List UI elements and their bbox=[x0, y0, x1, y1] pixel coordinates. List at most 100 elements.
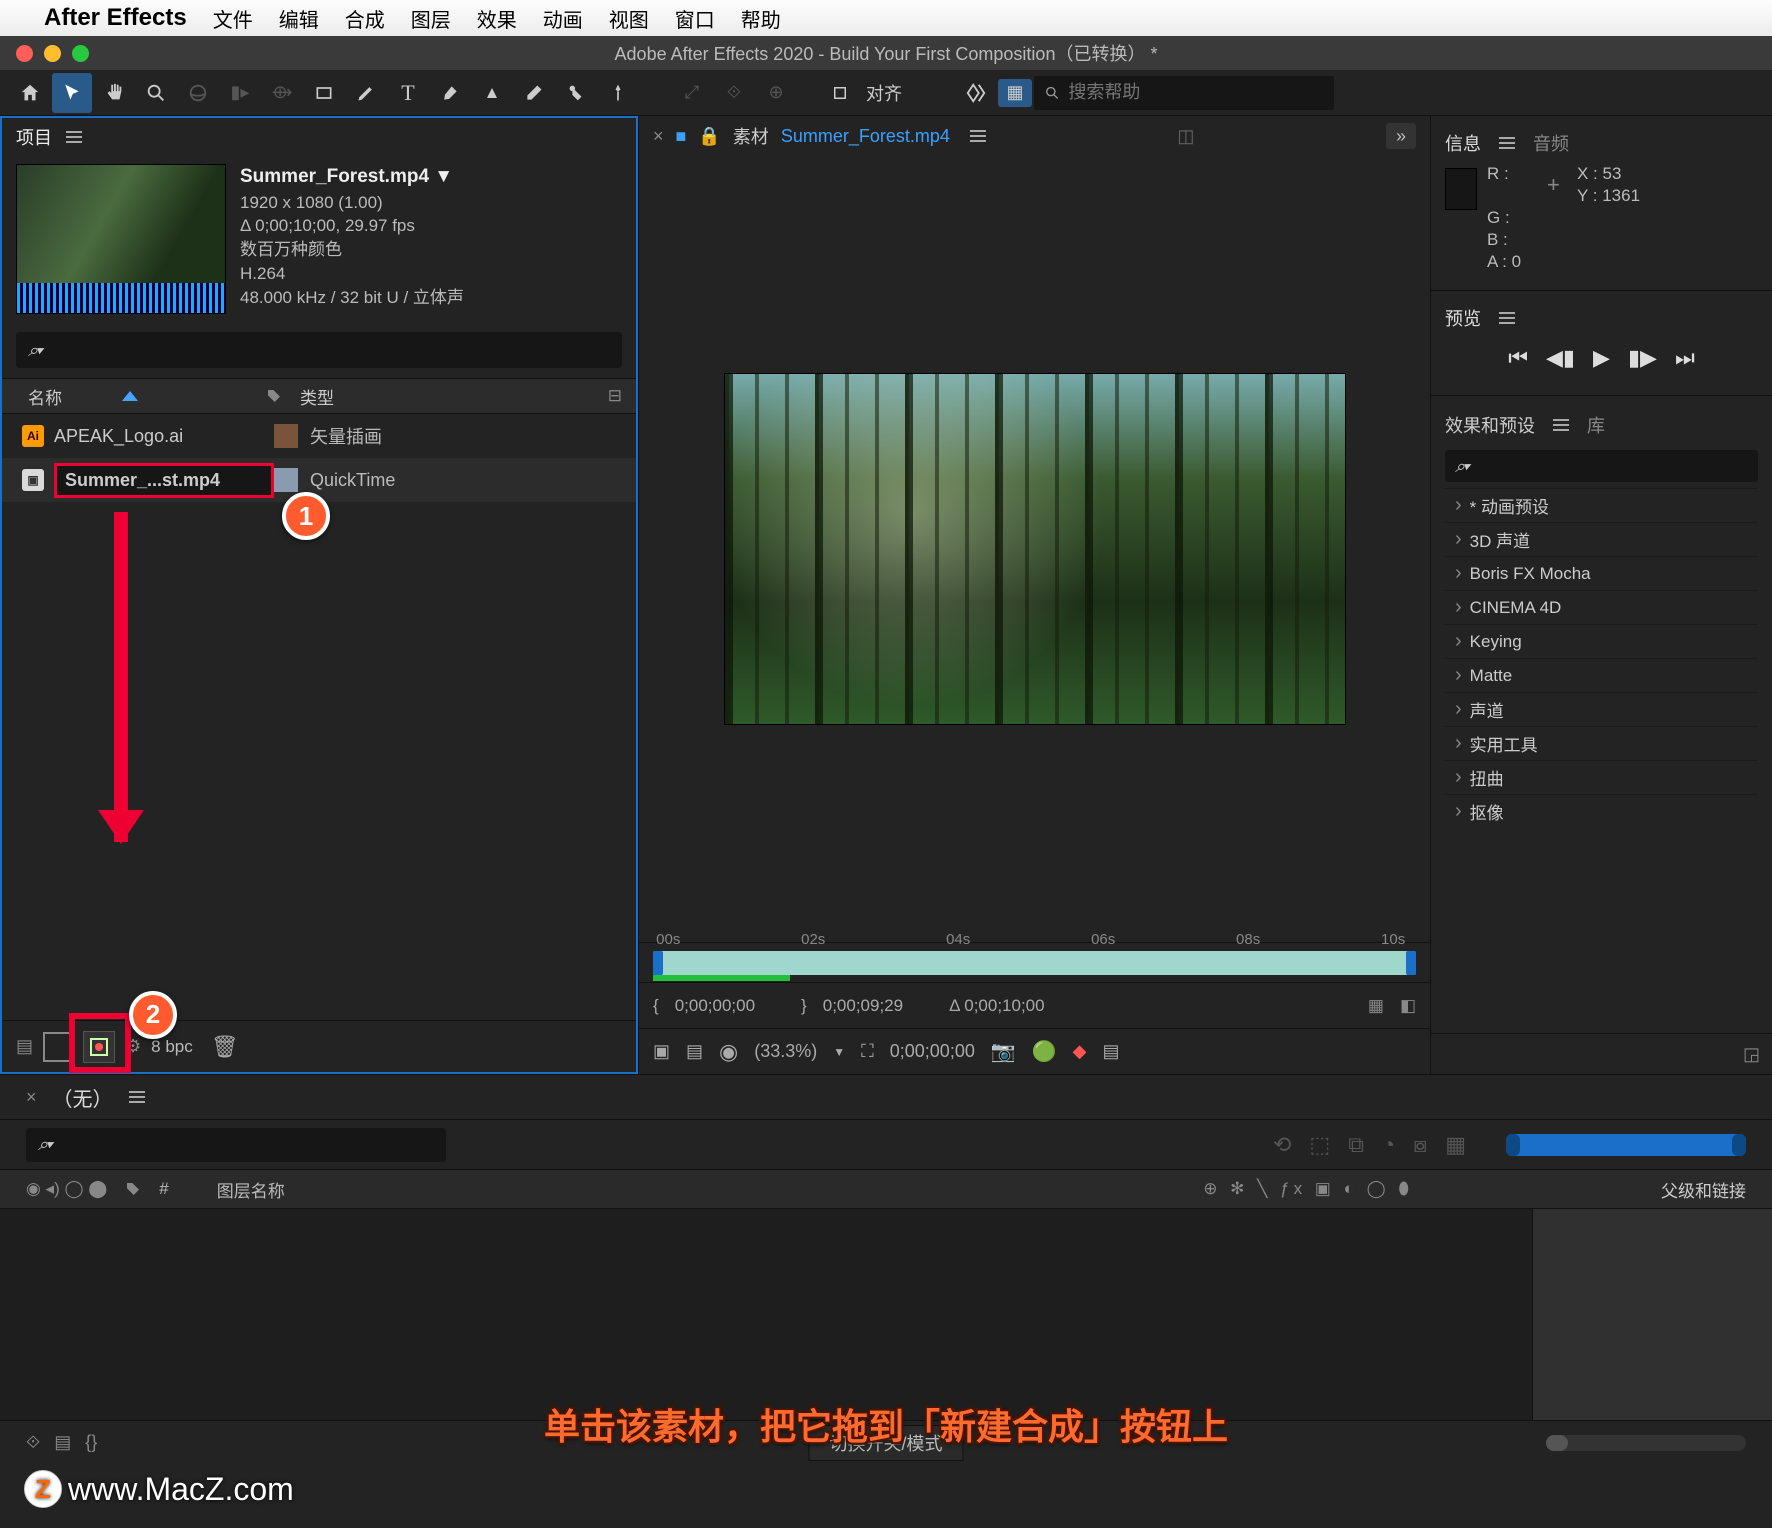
preview-menu-icon[interactable] bbox=[1499, 312, 1515, 324]
asset-thumbnail[interactable] bbox=[16, 164, 226, 314]
rectangle-tool[interactable] bbox=[304, 73, 344, 113]
pen-tool[interactable] bbox=[346, 73, 386, 113]
help-search[interactable] bbox=[1034, 76, 1334, 110]
time-ruler[interactable]: 00s 02s 04s 06s 08s 10s bbox=[653, 951, 1416, 975]
comp-flowchart-icon[interactable]: ◧ bbox=[1400, 996, 1416, 1016]
play-button[interactable]: ▶ bbox=[1593, 345, 1610, 371]
info-tab[interactable]: 信息 bbox=[1445, 130, 1481, 156]
puppet-pin-tool[interactable] bbox=[598, 73, 638, 113]
index-column[interactable]: # bbox=[159, 1179, 168, 1199]
project-search[interactable]: ⌕▾ bbox=[16, 332, 622, 368]
flowchart-icon[interactable]: ⊟ bbox=[608, 386, 622, 406]
preview-image[interactable] bbox=[725, 374, 1345, 724]
color-mgmt-icon[interactable]: ◆ bbox=[1073, 1041, 1087, 1062]
library-tab[interactable]: 库 bbox=[1587, 412, 1605, 438]
mask-icon[interactable]: ◉ bbox=[719, 1039, 738, 1065]
panel-menu-icon[interactable] bbox=[66, 131, 82, 143]
col-type[interactable]: 类型 bbox=[286, 384, 334, 409]
effects-search[interactable]: ⌕▾ bbox=[1445, 450, 1758, 482]
timeline-menu-icon[interactable] bbox=[129, 1091, 145, 1103]
footage-name[interactable]: Summer_Forest.mp4 bbox=[781, 126, 950, 147]
help-search-input[interactable] bbox=[1068, 82, 1324, 103]
region-icon[interactable]: ▣ bbox=[653, 1041, 670, 1062]
clone-stamp-tool[interactable] bbox=[472, 73, 512, 113]
close-tab-icon[interactable]: × bbox=[653, 126, 664, 147]
resolution-icon[interactable]: ⛶ bbox=[861, 1041, 874, 1062]
snapping-toggle[interactable] bbox=[820, 73, 860, 113]
last-frame-button[interactable]: ⏭ bbox=[1675, 345, 1695, 371]
app-name[interactable]: After Effects bbox=[44, 4, 187, 32]
timeline-tab-none[interactable]: （无） bbox=[53, 1083, 113, 1112]
label-column-icon[interactable] bbox=[125, 1181, 141, 1197]
in-bracket-icon[interactable]: { bbox=[653, 996, 659, 1016]
viewer-layout-icon[interactable]: ◫ bbox=[1177, 126, 1194, 147]
effects-category[interactable]: 扭曲 bbox=[1445, 760, 1758, 794]
preview-tab[interactable]: 预览 bbox=[1445, 305, 1481, 331]
label-swatch[interactable] bbox=[274, 468, 298, 492]
effects-category[interactable]: CINEMA 4D bbox=[1445, 590, 1758, 624]
pan-behind-tool[interactable]: ⟴ bbox=[262, 73, 302, 113]
brush-tool[interactable] bbox=[430, 73, 470, 113]
info-menu-icon[interactable] bbox=[1499, 137, 1515, 149]
graph-editor-icon[interactable]: ⧇ bbox=[1413, 1132, 1427, 1158]
effects-category[interactable]: 实用工具 bbox=[1445, 726, 1758, 760]
toggle-switches-icon[interactable]: ⟐ bbox=[26, 1432, 40, 1453]
effects-category[interactable]: 抠像 bbox=[1445, 794, 1758, 828]
minimize-window-button[interactable] bbox=[44, 45, 61, 62]
draft3d-icon[interactable]: ⬚ bbox=[1309, 1132, 1330, 1158]
selection-tool[interactable] bbox=[52, 73, 92, 113]
3d-local-icon[interactable]: ⟐ bbox=[714, 73, 754, 113]
next-frame-button[interactable]: ▮▶ bbox=[1628, 345, 1657, 371]
home-button[interactable] bbox=[10, 73, 50, 113]
camera-tool[interactable]: ▮▸ bbox=[220, 73, 260, 113]
motion-blur-icon[interactable]: ◔ bbox=[1382, 1132, 1395, 1158]
bpc-label[interactable]: 8 bpc bbox=[151, 1037, 193, 1057]
text-tool[interactable]: T bbox=[388, 73, 428, 113]
menu-composition[interactable]: 合成 bbox=[345, 4, 385, 33]
effects-menu-icon[interactable] bbox=[1553, 419, 1569, 431]
effects-category[interactable]: * 动画预设 bbox=[1445, 488, 1758, 522]
out-bracket-icon[interactable]: } bbox=[801, 996, 807, 1016]
effects-category[interactable]: Boris FX Mocha bbox=[1445, 556, 1758, 590]
hand-tool[interactable] bbox=[94, 73, 134, 113]
label-swatch[interactable] bbox=[274, 424, 298, 448]
frame-blend-icon[interactable]: ⧉ bbox=[1348, 1132, 1364, 1158]
delete-icon[interactable]: 🗑 bbox=[211, 1034, 239, 1060]
3d-axis-icon[interactable]: ⤢ bbox=[672, 73, 712, 113]
menu-window[interactable]: 窗口 bbox=[675, 4, 715, 33]
close-window-button[interactable] bbox=[16, 45, 33, 62]
sort-indicator-icon[interactable] bbox=[122, 391, 138, 401]
roto-brush-tool[interactable] bbox=[556, 73, 596, 113]
panel-resize-icon[interactable]: ◲ bbox=[1431, 1034, 1772, 1074]
effects-category[interactable]: 3D 声道 bbox=[1445, 522, 1758, 556]
menu-view[interactable]: 视图 bbox=[609, 4, 649, 33]
menu-edit[interactable]: 编辑 bbox=[279, 4, 319, 33]
audio-tab[interactable]: 音频 bbox=[1533, 130, 1569, 156]
menu-file[interactable]: 文件 bbox=[213, 4, 253, 33]
current-time[interactable]: 0;00;00;00 bbox=[890, 1041, 975, 1062]
layer-name-column[interactable]: 图层名称 bbox=[217, 1177, 285, 1202]
timeline-body[interactable] bbox=[0, 1209, 1772, 1420]
asset-name[interactable]: Summer_Forest.mp4 ▼ bbox=[240, 164, 464, 191]
snapshot-icon[interactable]: 📷 bbox=[991, 1039, 1016, 1064]
zoom-window-button[interactable] bbox=[72, 45, 89, 62]
timeline-navigator[interactable] bbox=[1506, 1134, 1746, 1156]
menu-layer[interactable]: 图层 bbox=[411, 4, 451, 33]
eraser-tool[interactable] bbox=[514, 73, 554, 113]
zoom-slider[interactable] bbox=[1546, 1435, 1746, 1451]
col-name[interactable]: 名称 bbox=[28, 384, 62, 409]
grid-icon[interactable]: ▦ bbox=[1368, 996, 1384, 1016]
av-columns[interactable]: ◉ ◂) ◯ ⬤ bbox=[26, 1179, 107, 1199]
menu-animation[interactable]: 动画 bbox=[543, 4, 583, 33]
transparency-grid-icon[interactable]: ▤ bbox=[686, 1041, 703, 1062]
3d-world-icon[interactable]: ⊕ bbox=[756, 73, 796, 113]
workspace-switcher[interactable]: ▦ bbox=[998, 79, 1032, 107]
effects-tab[interactable]: 效果和预设 bbox=[1445, 412, 1535, 438]
exposure-icon[interactable]: ▤ bbox=[1103, 1041, 1120, 1062]
orbit-tool[interactable] bbox=[178, 73, 218, 113]
parent-column[interactable]: 父级和链接 bbox=[1661, 1177, 1746, 1202]
shy-icon[interactable]: ⟲ bbox=[1273, 1132, 1291, 1158]
effects-category[interactable]: Matte bbox=[1445, 658, 1758, 692]
menu-effect[interactable]: 效果 bbox=[477, 4, 517, 33]
brainstorm-icon[interactable]: ▦ bbox=[1445, 1132, 1466, 1158]
